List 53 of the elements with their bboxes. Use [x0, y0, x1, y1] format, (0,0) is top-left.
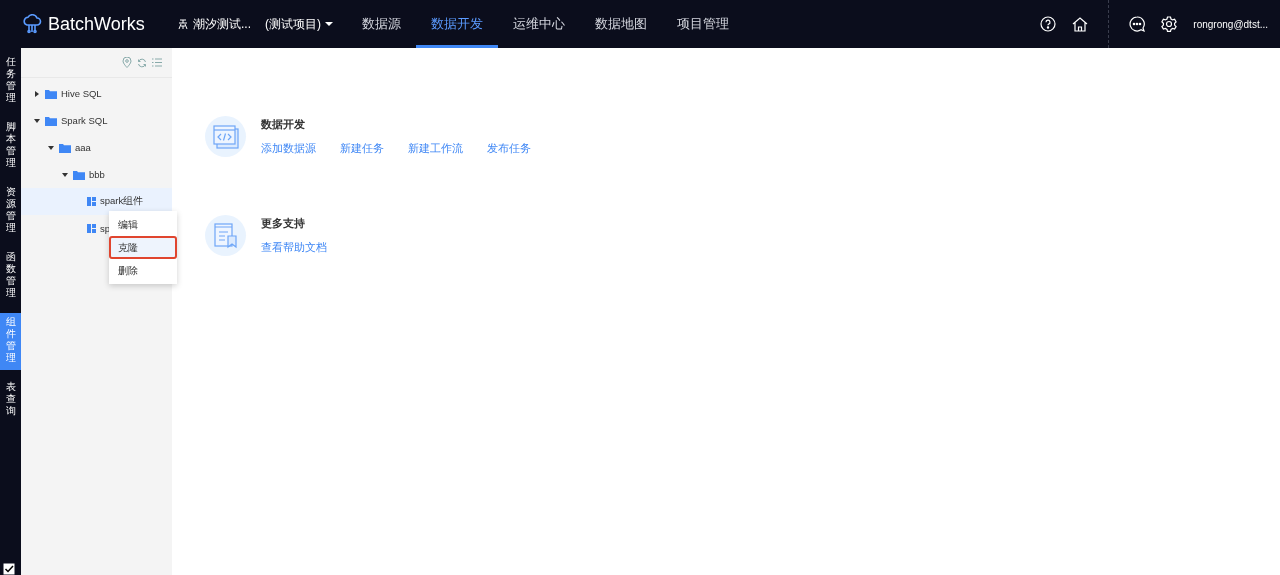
tree-item-label: spark组件 [100, 195, 144, 208]
section-title: 更多支持 [261, 216, 306, 231]
side-nav-item[interactable]: 表查询 [0, 378, 21, 423]
brand-name: BatchWorks [48, 13, 145, 35]
folder-icon [45, 115, 57, 126]
quick-link[interactable]: 新建任务 [340, 141, 384, 156]
folder-icon [45, 88, 57, 99]
quick-link[interactable]: 添加数据源 [261, 141, 316, 156]
logo-icon [22, 14, 42, 34]
chat-icon[interactable] [1128, 15, 1147, 33]
component-icon [87, 197, 96, 206]
tree-item-label: aaa [75, 142, 91, 153]
nav-tab[interactable]: 数据地图 [580, 0, 662, 48]
tree-item-label: Spark SQL [61, 115, 108, 126]
nav-tab[interactable]: 项目管理 [662, 0, 744, 48]
tree-item-label: bbb [89, 169, 105, 180]
document-icon [213, 222, 238, 249]
side-nav-item[interactable]: 资源管理 [0, 183, 21, 240]
caret-icon [33, 89, 41, 98]
tree-item-label: Hive SQL [61, 88, 102, 99]
tree-item[interactable]: Spark SQL [21, 107, 172, 134]
caret-icon [47, 143, 55, 152]
code-window-icon [212, 124, 239, 149]
tree-item[interactable]: spark组件 [21, 188, 172, 215]
quick-link[interactable]: 新建工作流 [408, 141, 463, 156]
tree-item[interactable]: aaa [21, 134, 172, 161]
user-name[interactable]: rongrong@dtst... [1193, 18, 1268, 30]
menu-item[interactable]: 编辑 [109, 213, 177, 236]
menu-item[interactable]: 克隆 [109, 236, 177, 259]
tree-item[interactable]: bbb [21, 161, 172, 188]
project-selector[interactable]: 潮汐测试... (测试项目) [177, 15, 333, 33]
section-title: 数据开发 [261, 117, 306, 132]
side-nav-item[interactable]: 任务管理 [0, 53, 21, 110]
folder-icon [59, 142, 71, 153]
side-nav-item[interactable]: 组件管理 [0, 313, 21, 370]
checkbox-icon[interactable] [3, 562, 16, 575]
caret-icon [61, 170, 69, 179]
settings-icon[interactable] [1160, 15, 1179, 33]
caret-icon [325, 21, 333, 27]
side-nav-item[interactable]: 脚本管理 [0, 118, 21, 175]
folder-icon [73, 169, 85, 180]
menu-item[interactable]: 删除 [109, 259, 177, 282]
component-icon [87, 224, 96, 233]
project-icon [177, 18, 189, 30]
nav-tab[interactable]: 数据源 [347, 0, 416, 48]
side-nav-item[interactable]: 函数管理 [0, 248, 21, 305]
help-icon[interactable] [1039, 15, 1058, 33]
caret-icon [33, 116, 41, 125]
quick-link[interactable]: 发布任务 [487, 141, 531, 156]
home-icon[interactable] [1071, 15, 1090, 33]
nav-tab[interactable]: 运维中心 [498, 0, 580, 48]
quick-link[interactable]: 查看帮助文档 [261, 240, 327, 255]
tree-item[interactable]: Hive SQL [21, 80, 172, 107]
